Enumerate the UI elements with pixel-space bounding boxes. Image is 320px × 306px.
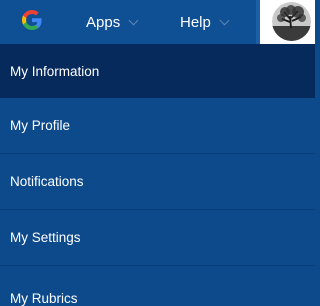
top-navigation-bar: Apps Help bbox=[0, 0, 315, 44]
menu-item-label: My Settings bbox=[10, 230, 81, 245]
menu-item-label: My Profile bbox=[10, 118, 71, 133]
apps-label: Apps bbox=[86, 13, 121, 31]
profile-menu: My Information My Profile Notifications … bbox=[0, 44, 315, 306]
help-menu[interactable]: Help bbox=[180, 0, 230, 44]
menu-item-my-profile[interactable]: My Profile bbox=[0, 98, 315, 154]
google-g-icon[interactable] bbox=[20, 8, 44, 32]
chevron-down-icon bbox=[219, 15, 230, 25]
menu-item-label: My Rubrics bbox=[10, 291, 78, 306]
apps-menu[interactable]: Apps bbox=[86, 0, 139, 44]
menu-item-label: Notifications bbox=[10, 174, 84, 189]
menu-item-notifications[interactable]: Notifications bbox=[0, 154, 315, 210]
menu-item-my-information[interactable]: My Information bbox=[0, 44, 315, 98]
menu-item-my-rubrics[interactable]: My Rubrics bbox=[0, 266, 315, 306]
avatar[interactable] bbox=[272, 2, 311, 41]
help-label: Help bbox=[180, 13, 211, 31]
chevron-down-icon bbox=[128, 15, 139, 25]
account-menu[interactable] bbox=[256, 0, 315, 44]
menu-item-my-settings[interactable]: My Settings bbox=[0, 210, 315, 266]
menu-item-label: My Information bbox=[10, 63, 100, 79]
